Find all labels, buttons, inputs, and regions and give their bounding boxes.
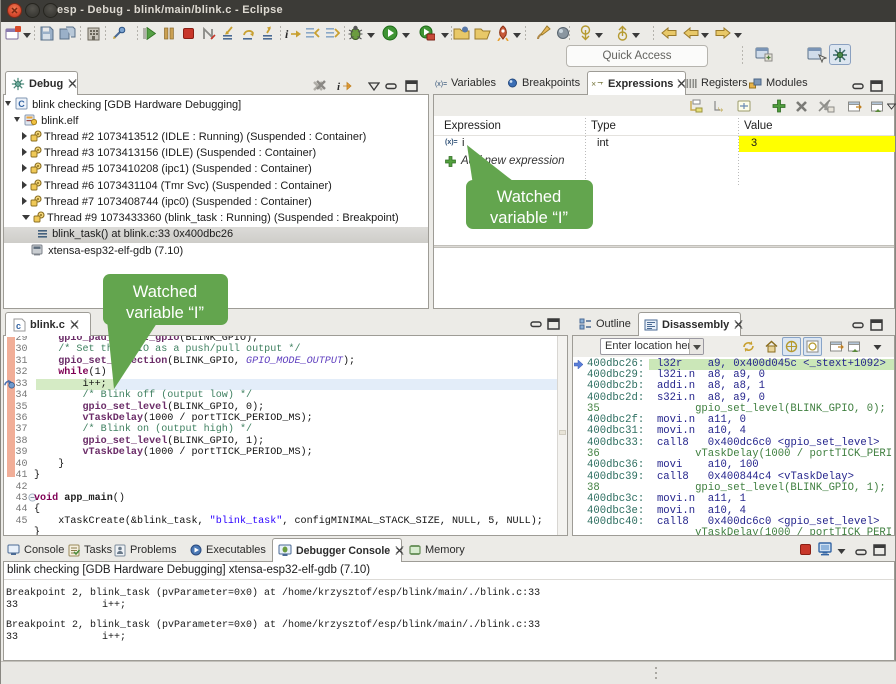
svg-text:i: i [285,27,289,40]
svg-text:C: C [18,99,25,109]
svg-text:i: i [337,81,341,93]
svg-text:(x)=: (x)= [435,81,447,88]
svg-text:×⁻ʳ: ×⁻ʳ [591,79,604,89]
svg-text:c: c [16,321,21,331]
svg-text:⤷: ⤷ [718,104,724,113]
